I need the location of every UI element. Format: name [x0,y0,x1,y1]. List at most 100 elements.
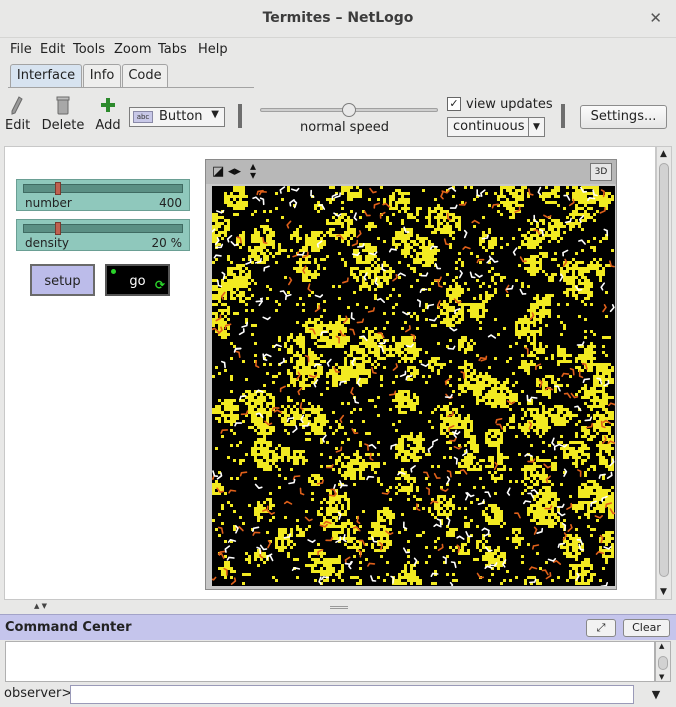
expand-icon: ⤢ [596,621,606,634]
tab-interface[interactable]: Interface [10,64,82,88]
popout-button[interactable]: ⤢ [586,619,616,637]
edge-toggle-icon[interactable]: ◪ [212,164,224,179]
setup-button[interactable]: setup [30,264,95,296]
slider-knob[interactable] [55,222,61,235]
termite [523,500,532,505]
command-output-area[interactable] [5,641,655,682]
history-dropdown-icon[interactable]: ▼ [643,685,669,704]
close-icon[interactable]: ✕ [649,9,662,27]
termite [541,569,549,576]
tab-info[interactable]: Info [83,64,121,88]
vertical-resize-icon[interactable]: ▴ ▾ [250,160,256,181]
go-button[interactable]: go ⟳ [105,264,170,296]
termite [484,491,492,498]
termite [536,527,544,534]
slider-track[interactable] [23,184,183,193]
menu-tools[interactable]: Tools [73,42,105,57]
delete-button[interactable]: Delete [41,96,85,133]
slider-density[interactable]: density 20 % [16,219,190,251]
view-updates-checkbox[interactable]: ✓ [447,97,461,111]
termite [446,470,452,478]
settings-button[interactable]: Settings... [580,105,667,129]
3d-view-button[interactable]: 3D [590,163,612,181]
add-button[interactable]: Add [94,96,122,133]
termite [446,517,451,526]
scroll-up-icon[interactable]: ▲ [659,642,664,650]
termite [238,328,245,336]
widget-type-value: Button [159,109,203,124]
command-input[interactable] [70,685,634,704]
delete-label: Delete [41,118,85,133]
widget-type-select[interactable]: abc Button ▼ [129,107,225,127]
pencil-icon [11,96,23,115]
termite [576,341,585,346]
scrollbar-thumb[interactable] [659,163,669,577]
termite [453,456,458,465]
termite [239,395,247,401]
menu-zoom[interactable]: Zoom [114,42,151,57]
slider-number[interactable]: number 400 [16,179,190,211]
termite [216,279,223,288]
tab-code[interactable]: Code [122,64,168,88]
horizontal-resize-icon[interactable]: ◂▸ [228,164,241,179]
edit-button[interactable]: Edit [5,96,30,133]
termite [212,470,219,477]
menu-help[interactable]: Help [198,42,228,57]
termite [318,576,322,585]
termite [353,396,360,404]
scroll-up-icon[interactable]: ▲ [660,149,667,159]
scrollbar-thumb[interactable] [658,656,668,670]
speed-slider-knob[interactable] [342,103,356,117]
termite [533,214,538,223]
world-canvas[interactable] [212,186,615,586]
slider-knob[interactable] [55,182,61,195]
termite [562,249,569,257]
termite [443,238,450,246]
termite [609,304,615,313]
termite [226,556,235,561]
termite [574,405,582,412]
output-scrollbar[interactable]: ▲ ▼ [655,641,671,682]
termite [286,220,292,229]
menu-tabs[interactable]: Tabs [158,42,187,57]
termite [608,402,615,407]
termite [533,526,538,535]
termite [382,202,391,208]
termite [440,488,449,492]
workspace-scrollbar[interactable]: ▲ ▼ [656,146,672,600]
termite [437,280,443,288]
menu-file[interactable]: File [10,42,32,57]
termite [364,443,369,451]
termite [561,372,570,377]
window-title: Termites – NetLogo [262,10,414,26]
termite [259,190,267,196]
termite [320,331,328,336]
pane-splitter[interactable]: ▲ ▼ [0,602,676,612]
scroll-down-icon[interactable]: ▼ [660,587,667,597]
command-center-title: Command Center [5,620,132,635]
termite [273,343,282,348]
update-mode-select[interactable]: continuous ▼ [447,117,545,137]
termite [388,390,397,396]
menu-edit[interactable]: Edit [40,42,65,57]
termite [366,475,375,481]
termite [495,418,503,424]
agent-type-label[interactable]: observer> [4,686,72,701]
termite [266,510,275,515]
termite [220,429,229,434]
termite [392,363,398,371]
termite [426,303,435,310]
slider-track[interactable] [23,224,183,233]
speed-label: normal speed [300,120,389,135]
termite [603,546,612,550]
termite [314,294,324,298]
collapse-arrows-icon[interactable]: ▲ ▼ [34,602,47,610]
scroll-down-icon[interactable]: ▼ [659,673,664,681]
splitter-grip[interactable] [330,606,348,609]
termite [528,566,538,571]
clear-button[interactable]: Clear [623,619,670,637]
termite [459,469,468,475]
toolbar-separator [238,104,242,128]
termite [349,328,356,336]
termite [462,246,471,250]
